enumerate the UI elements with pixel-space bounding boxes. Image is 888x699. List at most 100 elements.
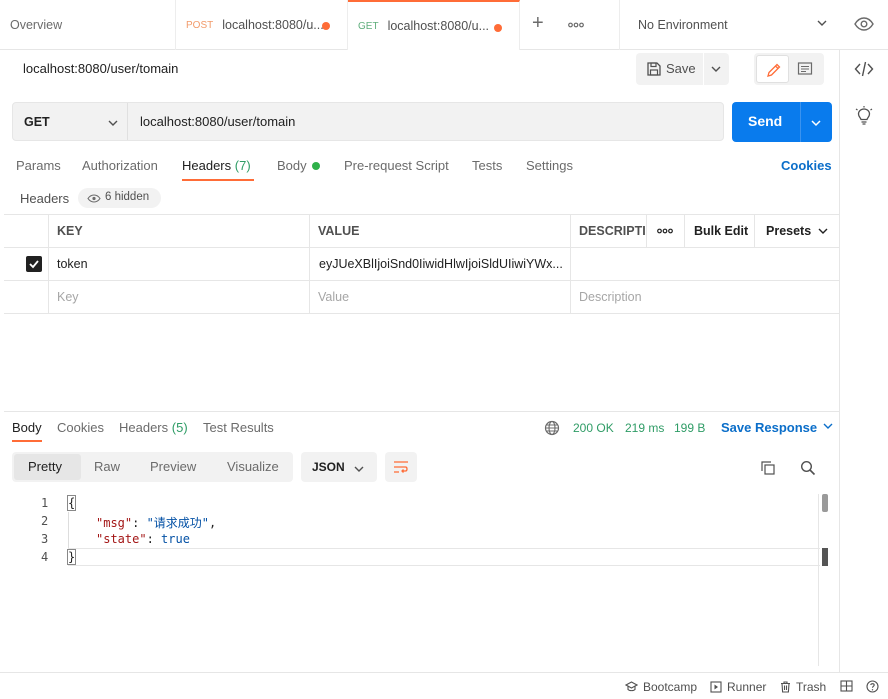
line-number: 1 xyxy=(41,496,49,510)
column-key: KEY xyxy=(49,215,310,247)
tab-body[interactable]: Body xyxy=(277,158,320,173)
header-value-field[interactable]: eyJUeXBlIjoiSnd0IiwidHlwIjoiSldUIiwiYWx.… xyxy=(310,248,571,280)
help-icon xyxy=(866,680,879,693)
tab-overview-label: Overview xyxy=(10,18,63,32)
tab-headers-count: (7) xyxy=(234,158,251,173)
format-visualize[interactable]: Visualize xyxy=(227,459,279,474)
code-line-msg: "msg": "请求成功", xyxy=(96,516,217,530)
json-key: "msg" xyxy=(96,516,133,530)
globe-icon[interactable] xyxy=(544,420,560,439)
search-icon[interactable] xyxy=(800,460,816,479)
lightbulb-icon[interactable] xyxy=(855,106,873,129)
line-number: 4 xyxy=(41,550,49,564)
environment-select[interactable]: No Environment xyxy=(619,0,840,50)
code-open-brace: { xyxy=(66,495,77,511)
line-number: 2 xyxy=(41,514,49,528)
status-bar: Bootcamp Runner Trash xyxy=(0,672,888,699)
tab-request-post[interactable]: POST localhost:8080/u... xyxy=(176,0,348,50)
response-tab-cookies[interactable]: Cookies xyxy=(57,420,104,435)
trash-button[interactable]: Trash xyxy=(780,680,826,694)
request-title[interactable]: localhost:8080/user/tomain xyxy=(23,61,178,76)
active-response-tab-underline xyxy=(12,440,42,442)
tab-title: localhost:8080/u... xyxy=(222,18,324,32)
cookies-link[interactable]: Cookies xyxy=(781,158,832,173)
new-key-input[interactable]: Key xyxy=(49,281,310,313)
trash-label: Trash xyxy=(796,680,827,694)
url-input[interactable]: localhost:8080/user/tomain xyxy=(140,114,295,129)
runner-button[interactable]: Runner xyxy=(710,680,766,694)
column-options-button[interactable] xyxy=(647,215,685,247)
two-pane-view-button[interactable] xyxy=(840,680,858,692)
response-tab-headers[interactable]: Headers (5) xyxy=(119,420,188,435)
pane-layout-icon xyxy=(840,680,853,692)
right-sidebar xyxy=(839,50,888,699)
tab-body-label: Body xyxy=(277,158,307,173)
response-tab-body[interactable]: Body xyxy=(12,420,42,435)
environment-quick-look-eye-icon[interactable] xyxy=(854,16,874,35)
chevron-down-icon xyxy=(823,423,833,429)
send-button[interactable]: Send xyxy=(732,102,832,142)
tab-pre-request-script[interactable]: Pre-request Script xyxy=(344,158,449,173)
save-button[interactable]: Save xyxy=(636,53,729,85)
trash-icon xyxy=(781,681,790,693)
tab-settings[interactable]: Settings xyxy=(526,158,573,173)
bootcamp-button[interactable]: Bootcamp xyxy=(625,680,697,694)
edit-mode-button[interactable] xyxy=(756,55,789,83)
response-divider[interactable] xyxy=(4,411,839,412)
headers-table: KEY VALUE DESCRIPTIO Bulk Edit Presets t… xyxy=(4,214,839,314)
bootcamp-icon xyxy=(625,681,638,692)
headers-section-label: Headers xyxy=(20,191,70,206)
view-mode-toggle xyxy=(754,53,824,85)
format-preview[interactable]: Preview xyxy=(150,459,196,474)
table-row: token eyJUeXBlIjoiSnd0IiwidHlwIjoiSldUIi… xyxy=(4,248,839,281)
format-pretty[interactable]: Pretty xyxy=(28,459,62,474)
table-row: Key Value Description xyxy=(4,281,839,314)
code-icon[interactable] xyxy=(854,60,874,81)
language-select[interactable]: JSON xyxy=(301,452,377,482)
send-options-chevron-icon[interactable] xyxy=(810,117,822,129)
tab-tests[interactable]: Tests xyxy=(472,158,502,173)
tab-headers-label: Headers xyxy=(182,158,232,173)
presets-dropdown[interactable]: Presets xyxy=(755,215,839,247)
scrollbar-thumb[interactable] xyxy=(822,494,828,512)
check-icon xyxy=(29,260,39,269)
header-enabled-checkbox[interactable] xyxy=(26,256,42,272)
tab-params[interactable]: Params xyxy=(16,158,61,173)
response-size[interactable]: 199 B xyxy=(674,421,705,435)
wrap-lines-button[interactable] xyxy=(385,452,417,482)
tab-request-get[interactable]: GET localhost:8080/u... xyxy=(348,0,520,50)
language-label: JSON xyxy=(312,460,345,474)
tab-method-badge: POST xyxy=(186,19,214,31)
unsaved-dot xyxy=(322,22,330,30)
tab-overview[interactable]: Overview xyxy=(0,0,176,50)
body-format-tabs: Pretty Raw Preview Visualize xyxy=(12,452,293,482)
hidden-headers-toggle[interactable]: 6 hidden xyxy=(78,188,161,208)
active-tab-underline xyxy=(182,179,254,181)
bulk-edit-button[interactable]: Bulk Edit xyxy=(685,215,755,247)
tab-headers[interactable]: Headers (7) xyxy=(182,158,251,173)
new-description-input[interactable]: Description xyxy=(571,281,839,313)
header-key-field[interactable]: token xyxy=(49,248,310,280)
url-bar: GET localhost:8080/user/tomain xyxy=(12,102,724,141)
method-select[interactable]: GET xyxy=(13,103,128,140)
response-time[interactable]: 219 ms xyxy=(625,421,664,435)
new-tab-plus-icon[interactable]: + xyxy=(532,13,544,33)
more-tabs-button[interactable] xyxy=(568,15,584,32)
save-options-chevron-icon[interactable] xyxy=(710,63,722,78)
header-description-field[interactable] xyxy=(571,248,839,280)
comments-icon[interactable] xyxy=(797,61,813,80)
response-tab-test-results[interactable]: Test Results xyxy=(203,420,274,435)
line-number: 3 xyxy=(41,532,49,546)
help-button[interactable] xyxy=(866,680,884,693)
save-response-dropdown[interactable]: Save Response xyxy=(721,420,834,435)
tab-authorization[interactable]: Authorization xyxy=(82,158,158,173)
environment-label: No Environment xyxy=(638,18,728,32)
format-raw[interactable]: Raw xyxy=(94,459,120,474)
code-line-state: "state": true xyxy=(96,532,190,546)
response-tab-headers-label: Headers xyxy=(119,420,169,435)
response-body-editor[interactable]: 1 2 3 4 { "msg": "请求成功", "state": true } xyxy=(12,494,830,666)
new-value-input[interactable]: Value xyxy=(310,281,571,313)
status-code[interactable]: 200 OK xyxy=(573,421,614,435)
copy-icon[interactable] xyxy=(760,460,776,479)
save-response-label: Save Response xyxy=(721,420,818,435)
